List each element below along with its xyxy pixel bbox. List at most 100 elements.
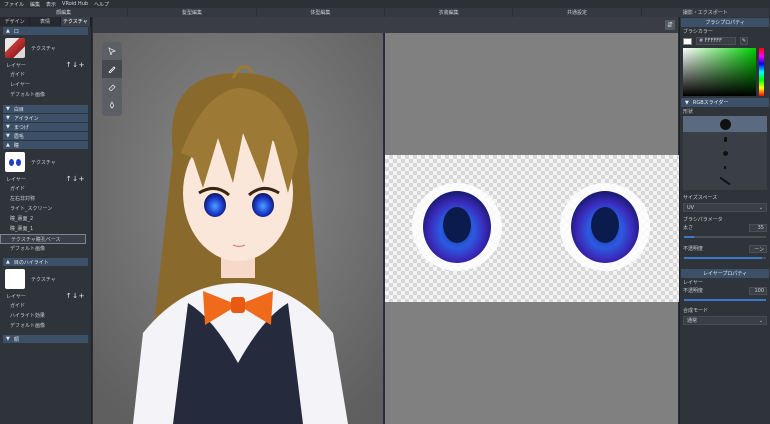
layer-header: レイヤー ↑↓+ bbox=[0, 291, 91, 301]
brush-shape-diagonal[interactable] bbox=[683, 174, 767, 188]
layer-controls[interactable]: ↑↓+ bbox=[66, 175, 85, 183]
layer-controls[interactable]: ↑↓+ bbox=[66, 61, 85, 69]
color-row: # FFFFFF ✎ bbox=[680, 36, 770, 46]
layer-label: レイヤー bbox=[6, 293, 26, 300]
menu-vroidhub[interactable]: VRoid Hub bbox=[62, 1, 88, 7]
layer-properties-header: レイヤープロパティ bbox=[681, 269, 769, 278]
color-swatch[interactable] bbox=[683, 37, 692, 45]
tab-export[interactable]: 撮影・エクスポート bbox=[642, 8, 770, 17]
section-brow[interactable]: ▼ 眉毛 bbox=[3, 132, 88, 140]
mode-tabs: 顔編集 髪型編集 体型編集 衣装編集 共通設定 撮影・エクスポート bbox=[0, 8, 770, 17]
chevron-down-icon: ▼ bbox=[6, 133, 10, 139]
brush-shape-small[interactable] bbox=[683, 132, 767, 146]
thickness-slider[interactable] bbox=[684, 235, 766, 239]
layer-item[interactable]: 左右非対称 bbox=[0, 194, 91, 204]
layer-item[interactable]: ハイライト効果 bbox=[0, 311, 91, 321]
help-icon[interactable]: ⇵ bbox=[665, 20, 675, 30]
tab-texture[interactable]: テクスチャ bbox=[60, 17, 91, 26]
layer-header: レイヤー ↑↓+ bbox=[0, 174, 91, 184]
pen-tool[interactable] bbox=[102, 60, 122, 78]
hex-input[interactable]: # FFFFFF bbox=[696, 37, 736, 45]
saturation-value-field[interactable] bbox=[683, 48, 756, 96]
layer-item[interactable]: デフォルト画像 bbox=[0, 244, 91, 254]
section-lashes[interactable]: ▼ まつげ bbox=[3, 123, 88, 131]
left-panel: デザイン 表情 テクスチャ ▲ 口 テクスチャ レイヤー ↑↓+ ガイド レイヤー… bbox=[0, 17, 92, 424]
texture-label: テクスチャ bbox=[31, 159, 56, 166]
texture-row-eye[interactable]: テクスチャ bbox=[0, 150, 91, 174]
tab-body-edit[interactable]: 体型編集 bbox=[257, 8, 385, 17]
layer-label: レイヤー bbox=[6, 62, 26, 69]
size-space-label: サイズスペース bbox=[683, 195, 718, 201]
opacity-label: 不透明度 bbox=[683, 246, 704, 252]
fill-tool[interactable] bbox=[102, 96, 122, 114]
section-mouth[interactable]: ▲ 口 bbox=[3, 27, 88, 35]
layer-opacity-fill bbox=[684, 299, 766, 301]
menu-edit[interactable]: 編集 bbox=[30, 1, 40, 8]
layer-item[interactable]: ガイド bbox=[0, 301, 91, 311]
blend-mode-value: 通常 bbox=[687, 318, 698, 324]
tab-common-settings[interactable]: 共通設定 bbox=[513, 8, 642, 17]
layer-item[interactable]: ガイド bbox=[0, 184, 91, 194]
cursor-tool[interactable] bbox=[102, 42, 122, 60]
texture-row-mouth[interactable]: テクスチャ bbox=[0, 36, 91, 60]
section-face[interactable]: ▼ 顔 bbox=[3, 335, 88, 343]
brush-shape-dot[interactable] bbox=[683, 146, 767, 160]
thickness-label: 太さ bbox=[683, 225, 694, 231]
tab-expression[interactable]: 表情 bbox=[30, 17, 61, 26]
layer-item[interactable]: デフォルト画像 bbox=[0, 321, 91, 331]
chevron-down-icon: ▼ bbox=[6, 124, 10, 130]
layer-item[interactable]: 瞳_裏面_1 bbox=[0, 224, 91, 234]
character-preview bbox=[93, 33, 383, 424]
texture-label: テクスチャ bbox=[31, 276, 56, 283]
chevron-up-icon: ▲ bbox=[6, 142, 10, 148]
layer-item[interactable]: デフォルト画像 bbox=[0, 90, 91, 100]
layer-opacity-input[interactable]: 100 bbox=[749, 287, 767, 295]
section-whites[interactable]: ▼ 白目 bbox=[3, 105, 88, 113]
tab-outfit-edit[interactable]: 衣装編集 bbox=[385, 8, 514, 17]
menu-file[interactable]: ファイル bbox=[4, 1, 24, 8]
eyedropper-icon[interactable]: ✎ bbox=[740, 37, 748, 45]
pen-icon bbox=[108, 66, 116, 73]
tab-design[interactable]: デザイン bbox=[0, 17, 31, 26]
layer-item[interactable]: レイヤー bbox=[0, 80, 91, 90]
size-space-dropdown[interactable]: UV ⌄ bbox=[683, 203, 767, 212]
blend-mode-label: 合成モード bbox=[683, 308, 709, 314]
layer-item[interactable]: ライト_スクリーン bbox=[0, 204, 91, 214]
section-eye[interactable]: ▲ 瞳 bbox=[3, 141, 88, 149]
hue-slider[interactable] bbox=[759, 48, 764, 96]
layer-item-selected[interactable]: テクスチャ瞳孔ベース bbox=[0, 234, 86, 244]
texture-row-highlight[interactable]: テクスチャ bbox=[0, 267, 91, 291]
layer-item[interactable]: 瞳_裏面_2 bbox=[0, 214, 91, 224]
brush-color-label: ブラシカラー bbox=[683, 29, 713, 35]
opacity-fill bbox=[684, 257, 762, 259]
chevron-down-icon: ▼ bbox=[6, 106, 10, 112]
eraser-tool[interactable] bbox=[102, 78, 122, 96]
menu-help[interactable]: ヘルプ bbox=[94, 1, 109, 8]
brush-shape-tiny[interactable] bbox=[683, 160, 767, 174]
rgb-slider-toggle[interactable]: ▼ RGBスライダー bbox=[681, 98, 769, 107]
opacity-slider[interactable] bbox=[684, 256, 766, 260]
brush-param-label: ブラシパラメータ bbox=[683, 217, 723, 223]
brush-shape-list[interactable] bbox=[683, 116, 767, 190]
cursor-icon bbox=[108, 47, 116, 55]
blend-mode-dropdown[interactable]: 通常 ⌄ bbox=[683, 316, 767, 325]
texture-canvas[interactable] bbox=[384, 33, 679, 424]
section-eyeline[interactable]: ▼ アイライン bbox=[3, 114, 88, 122]
layer-controls[interactable]: ↑↓+ bbox=[66, 292, 85, 300]
tab-hair-edit[interactable]: 髪型編集 bbox=[128, 8, 257, 17]
section-label: 眉毛 bbox=[13, 133, 24, 140]
layer-opacity-slider[interactable] bbox=[684, 298, 766, 302]
tab-face-edit[interactable]: 顔編集 bbox=[0, 8, 129, 17]
size-space-value: UV bbox=[687, 204, 695, 211]
section-highlight[interactable]: ▲ 目のハイライト bbox=[3, 258, 88, 266]
color-picker[interactable] bbox=[683, 48, 767, 96]
opacity-input[interactable]: ーン bbox=[749, 245, 767, 253]
thickness-input[interactable]: 35 bbox=[749, 224, 767, 232]
texture-thumbnail[interactable] bbox=[5, 269, 25, 289]
model-viewport[interactable] bbox=[93, 33, 383, 424]
texture-thumbnail[interactable] bbox=[5, 152, 25, 172]
texture-thumbnail[interactable] bbox=[5, 38, 25, 58]
layer-item[interactable]: ガイド bbox=[0, 70, 91, 80]
brush-shape-round-selected[interactable] bbox=[683, 116, 767, 132]
menu-view[interactable]: 表示 bbox=[46, 1, 56, 8]
